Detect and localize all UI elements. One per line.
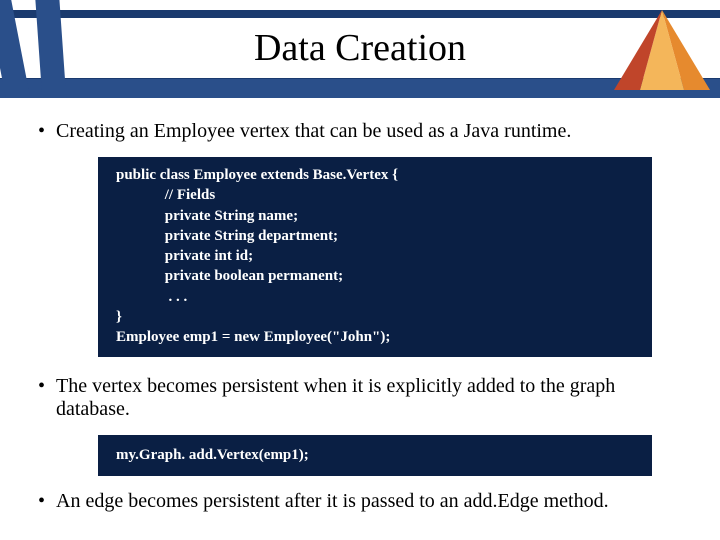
code-block-1: public class Employee extends Base.Verte… xyxy=(98,157,652,357)
logo-stripes-icon xyxy=(0,0,110,98)
bullet-2: The vertex becomes persistent when it is… xyxy=(38,375,692,421)
code-block-2: my.Graph. add.Vertex(emp1); xyxy=(98,435,652,475)
slide-content: Creating an Employee vertex that can be … xyxy=(0,98,720,513)
bullet-3: An edge becomes persistent after it is p… xyxy=(38,490,692,513)
slide-title: Data Creation xyxy=(254,26,466,70)
slide-header: Data Creation xyxy=(0,0,720,98)
pyramid-icon xyxy=(612,8,712,94)
bullet-1: Creating an Employee vertex that can be … xyxy=(38,120,692,143)
